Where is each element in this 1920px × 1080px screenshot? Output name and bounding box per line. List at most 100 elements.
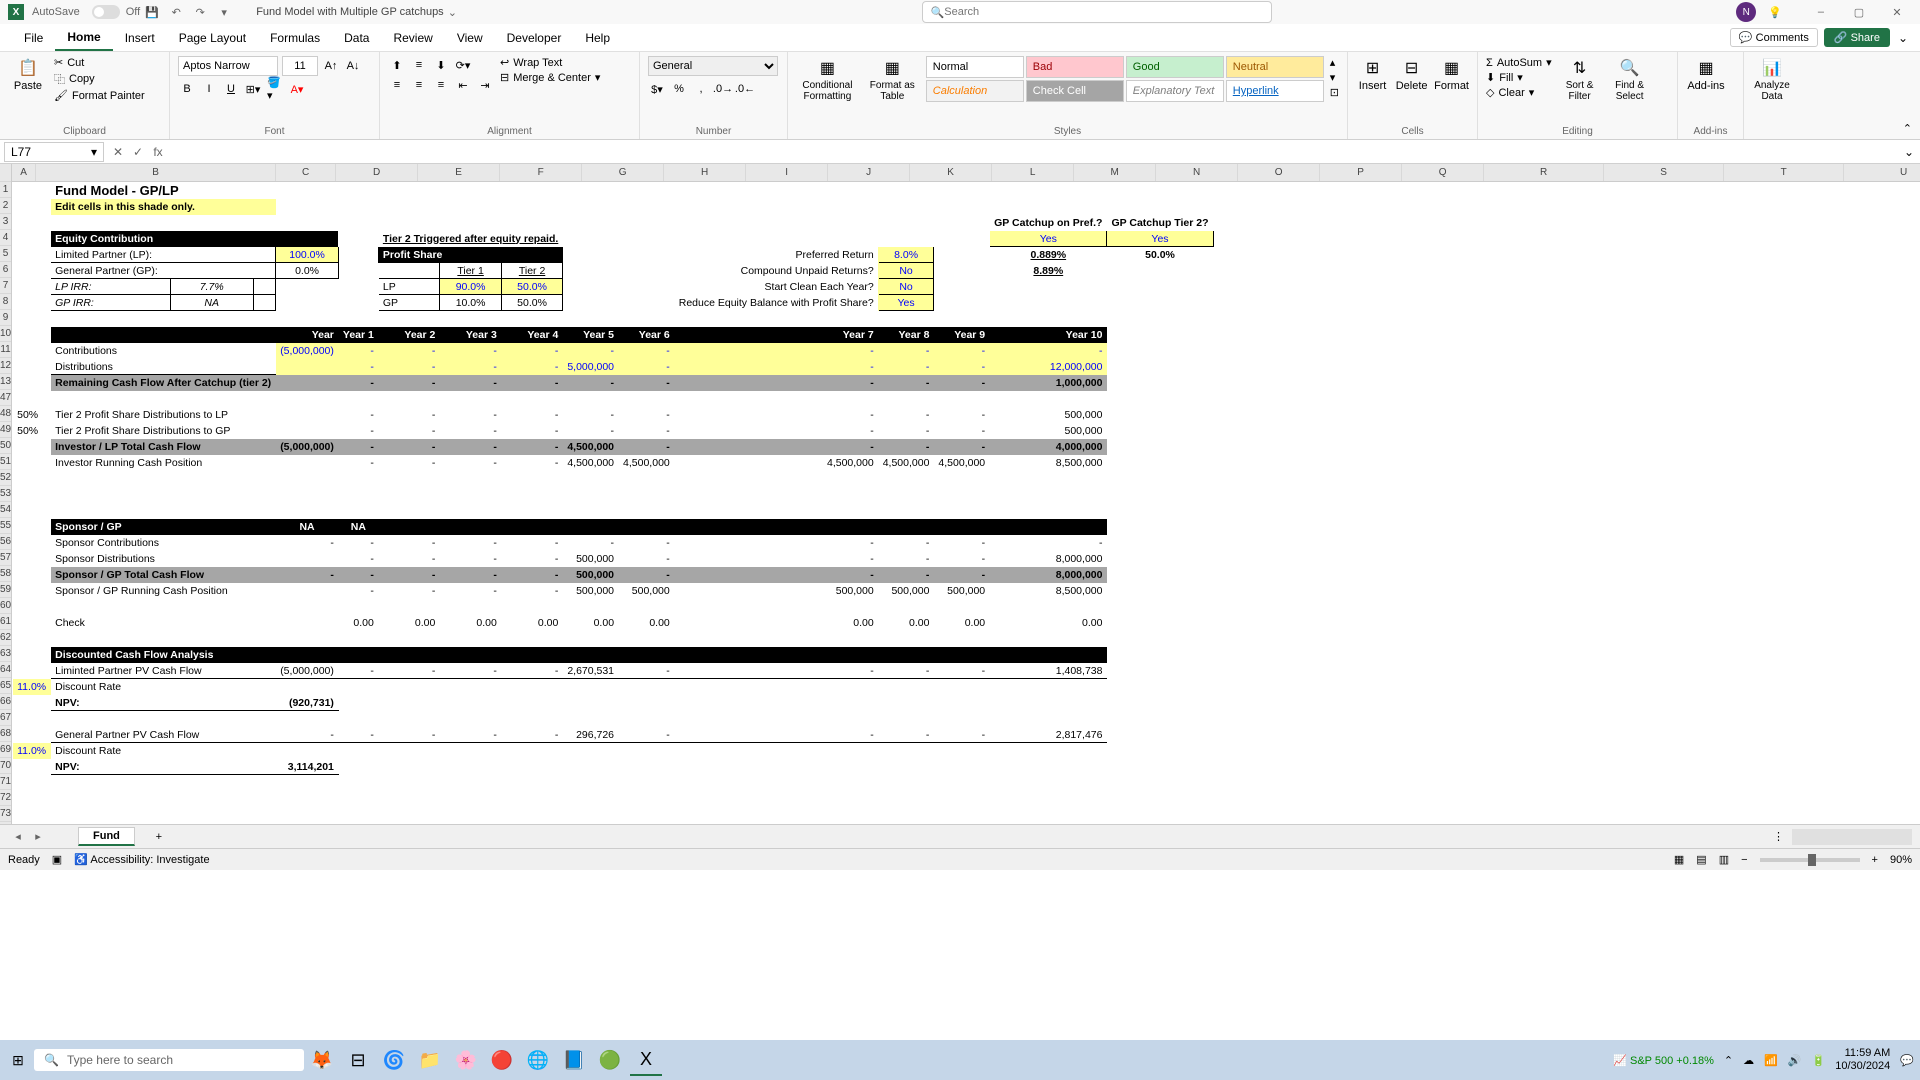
format-as-table-button[interactable]: ▦ Format as Table <box>865 56 920 102</box>
tab-developer[interactable]: Developer <box>495 24 574 51</box>
orientation-icon[interactable]: ⟳▾ <box>454 56 472 74</box>
delete-cells-button[interactable]: ⊟Delete <box>1395 56 1428 92</box>
align-center-icon[interactable]: ≡ <box>410 76 428 94</box>
sheet-tab-menu-icon[interactable]: ⋮ <box>1773 830 1784 843</box>
styles-scroll-up-icon[interactable]: ▴ <box>1330 56 1339 69</box>
sheet-nav-next[interactable]: ▸ <box>28 830 48 843</box>
taskbar-chrome[interactable]: 🌐 <box>522 1044 554 1076</box>
decrease-indent-icon[interactable]: ⇤ <box>454 76 472 94</box>
sheet-nav-prev[interactable]: ◂ <box>8 830 28 843</box>
minimize-button[interactable]: – <box>1806 6 1836 19</box>
name-box[interactable]: L77▾ <box>4 142 104 162</box>
italic-button[interactable]: I <box>200 80 218 98</box>
increase-decimal-icon[interactable]: .0→ <box>714 80 732 98</box>
merge-center-button[interactable]: ⊟Merge & Center▾ <box>500 71 600 84</box>
collapse-ribbon-icon[interactable]: ⌃ <box>1903 122 1912 135</box>
sort-filter-button[interactable]: ⇅Sort & Filter <box>1558 56 1602 102</box>
tab-file[interactable]: File <box>12 24 55 51</box>
style-calculation[interactable]: Calculation <box>926 80 1024 102</box>
cancel-formula-icon[interactable]: ✕ <box>108 145 128 159</box>
macro-record-icon[interactable]: ▣ <box>52 853 62 866</box>
align-right-icon[interactable]: ≡ <box>432 76 450 94</box>
taskbar-taskview[interactable]: ⊟ <box>342 1044 374 1076</box>
font-color-button[interactable]: A▾ <box>288 80 306 98</box>
bold-button[interactable]: B <box>178 80 196 98</box>
style-normal[interactable]: Normal <box>926 56 1024 78</box>
increase-font-icon[interactable]: A↑ <box>322 57 340 75</box>
style-good[interactable]: Good <box>1126 56 1224 78</box>
style-check-cell[interactable]: Check Cell <box>1026 80 1124 102</box>
tab-data[interactable]: Data <box>332 24 381 51</box>
tab-home[interactable]: Home <box>55 24 112 51</box>
search-box[interactable]: 🔍 <box>922 1 1272 23</box>
sheet-tab-fund[interactable]: Fund <box>78 827 135 846</box>
accounting-format-icon[interactable]: $▾ <box>648 80 666 98</box>
taskbar-app-2[interactable]: 🌸 <box>450 1044 482 1076</box>
align-bottom-icon[interactable]: ⬇ <box>432 56 450 74</box>
save-icon[interactable]: 💾 <box>142 6 162 19</box>
filename-dropdown-icon[interactable]: ⌄ <box>448 6 457 19</box>
maximize-button[interactable]: ▢ <box>1844 6 1874 19</box>
tray-volume-icon[interactable]: 🔊 <box>1788 1054 1802 1067</box>
autosave-toggle[interactable] <box>92 5 120 19</box>
start-button[interactable]: ⊞ <box>6 1052 30 1069</box>
analyze-data-button[interactable]: 📊Analyze Data <box>1752 56 1792 102</box>
tray-battery-icon[interactable]: 🔋 <box>1812 1054 1826 1067</box>
avatar[interactable]: N <box>1736 2 1756 22</box>
taskbar-search[interactable]: 🔍Type here to search <box>34 1049 304 1071</box>
align-left-icon[interactable]: ≡ <box>388 76 406 94</box>
insert-cells-button[interactable]: ⊞Insert <box>1356 56 1389 92</box>
zoom-in-icon[interactable]: + <box>1872 854 1878 866</box>
underline-button[interactable]: U <box>222 80 240 98</box>
tab-review[interactable]: Review <box>381 24 444 51</box>
horizontal-scrollbar[interactable] <box>1792 829 1912 845</box>
style-hyperlink[interactable]: Hyperlink <box>1226 80 1324 102</box>
zoom-level[interactable]: 90% <box>1890 854 1912 866</box>
view-page-break-icon[interactable]: ▥ <box>1719 853 1729 866</box>
taskbar-clock[interactable]: 11:59 AM 10/30/2024 <box>1835 1047 1890 1073</box>
taskbar-app-3[interactable]: 📘 <box>558 1044 590 1076</box>
align-middle-icon[interactable]: ≡ <box>410 56 428 74</box>
style-neutral[interactable]: Neutral <box>1226 56 1324 78</box>
coming-soon-icon[interactable]: 💡 <box>1768 6 1782 19</box>
align-top-icon[interactable]: ⬆ <box>388 56 406 74</box>
style-explanatory[interactable]: Explanatory Text <box>1126 80 1224 102</box>
ribbon-options-icon[interactable]: ⌄ <box>1898 31 1908 45</box>
column-headers[interactable]: ABCDEFGHIJKLMNOPQRSTUV <box>12 164 1920 182</box>
conditional-formatting-button[interactable]: ▦ Conditional Formatting <box>796 56 859 102</box>
enter-formula-icon[interactable]: ✓ <box>128 145 148 159</box>
tab-help[interactable]: Help <box>573 24 622 51</box>
font-name-select[interactable] <box>178 56 278 76</box>
comments-button[interactable]: 💬 Comments <box>1730 28 1818 47</box>
filename[interactable]: Fund Model with Multiple GP catchups <box>256 6 444 18</box>
styles-more-icon[interactable]: ⊡ <box>1330 86 1339 99</box>
row-headers[interactable]: 1234567891011121347484950515253545556575… <box>0 164 12 824</box>
redo-icon[interactable]: ↷ <box>190 6 210 19</box>
borders-button[interactable]: ⊞▾ <box>244 80 262 98</box>
add-sheet-button[interactable]: + <box>147 831 171 843</box>
zoom-slider[interactable] <box>1760 858 1860 862</box>
wrap-text-button[interactable]: ↩Wrap Text <box>500 56 600 69</box>
taskbar-explorer[interactable]: 📁 <box>414 1044 446 1076</box>
tab-pagelayout[interactable]: Page Layout <box>167 24 258 51</box>
font-size-select[interactable] <box>282 56 318 76</box>
cut-button[interactable]: ✂Cut <box>54 56 145 69</box>
search-input[interactable] <box>944 6 1262 18</box>
zoom-out-icon[interactable]: − <box>1741 854 1747 866</box>
tray-wifi-icon[interactable]: 📶 <box>1764 1054 1778 1067</box>
number-format-select[interactable]: General <box>648 56 778 76</box>
stock-widget[interactable]: 📈 S&P 500 +0.18% <box>1613 1054 1714 1067</box>
sheet-content[interactable]: Fund Model - GP/LPEdit cells in this sha… <box>12 182 1920 824</box>
undo-icon[interactable]: ↶ <box>166 6 186 19</box>
taskbar-excel[interactable]: X <box>630 1044 662 1076</box>
close-button[interactable]: ✕ <box>1882 6 1912 19</box>
comma-format-icon[interactable]: , <box>692 80 710 98</box>
format-painter-button[interactable]: 🖌Format Painter <box>54 89 145 102</box>
taskbar-app-1[interactable]: 🦊 <box>306 1044 338 1076</box>
percent-format-icon[interactable]: % <box>670 80 688 98</box>
view-page-layout-icon[interactable]: ▤ <box>1696 853 1706 866</box>
decrease-font-icon[interactable]: A↓ <box>344 57 362 75</box>
accessibility-status[interactable]: ♿ Accessibility: Investigate <box>74 853 209 866</box>
styles-scroll-down-icon[interactable]: ▾ <box>1330 71 1339 84</box>
increase-indent-icon[interactable]: ⇥ <box>476 76 494 94</box>
